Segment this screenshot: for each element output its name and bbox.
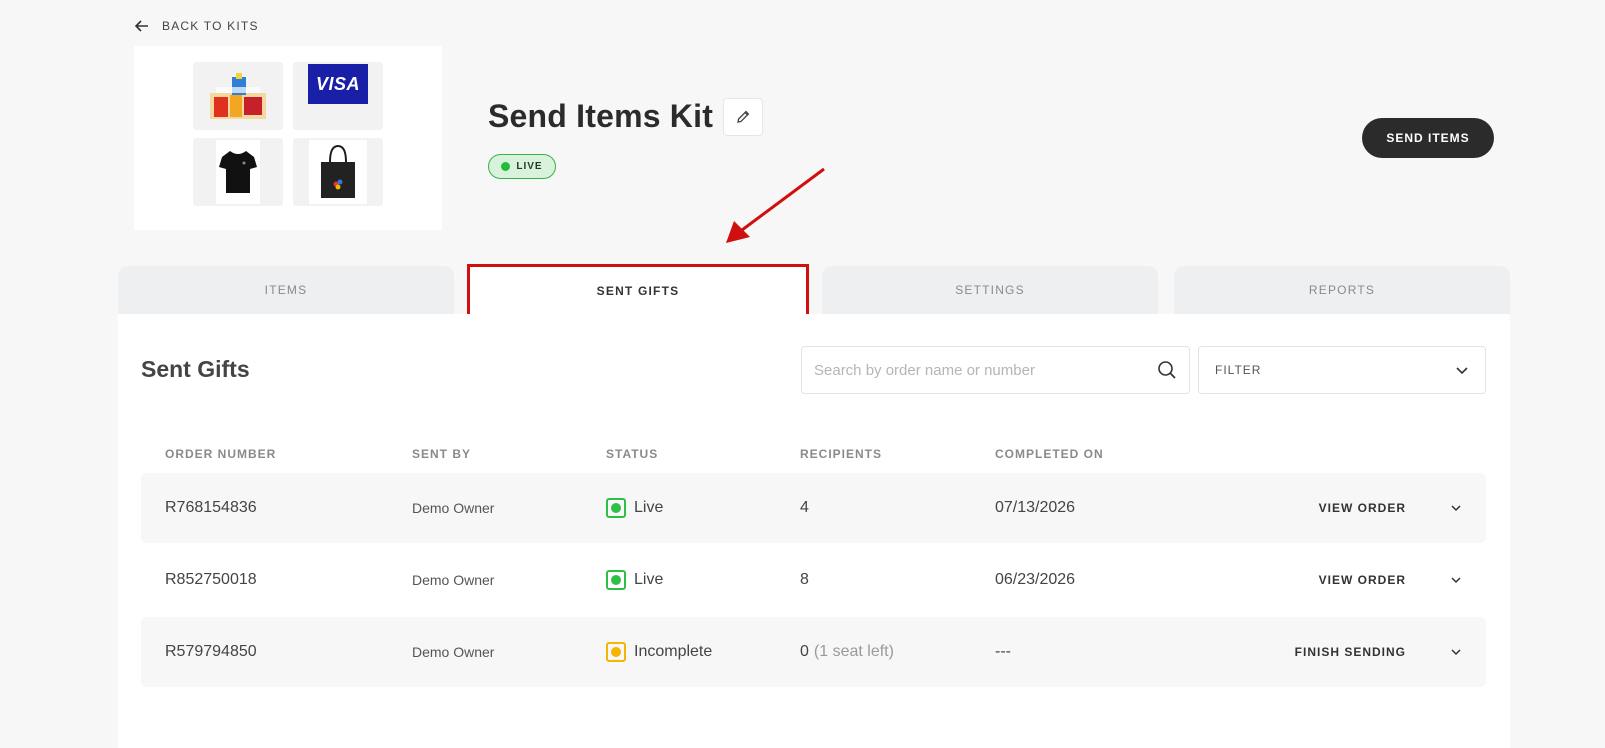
sent-by: Demo Owner	[412, 500, 495, 516]
kit-status-badge: LIVE	[488, 154, 556, 179]
status-live-icon	[606, 498, 626, 518]
tab-items[interactable]: ITEMS	[118, 266, 454, 314]
status-label: Live	[634, 571, 664, 588]
filter-label: FILTER	[1215, 363, 1262, 377]
search-input[interactable]	[814, 361, 1157, 379]
expand-row-button[interactable]	[1446, 498, 1466, 518]
table-row: R579794850 Demo Owner Incomplete 0 (1 se…	[141, 617, 1486, 687]
recipients: 4	[800, 473, 809, 543]
order-number: R579794850	[165, 643, 257, 660]
status-cell: Incomplete	[606, 617, 712, 687]
expand-row-button[interactable]	[1446, 642, 1466, 662]
table-row: R852750018 Demo Owner Live 8 06/23/2026 …	[141, 545, 1486, 615]
completed-on: 07/13/2026	[995, 499, 1076, 516]
status-label: Incomplete	[634, 643, 713, 660]
back-to-kits-link[interactable]: BACK TO KITS	[134, 18, 259, 34]
recipients-count: 8	[800, 571, 809, 588]
pencil-icon	[737, 110, 750, 123]
order-number: R768154836	[165, 499, 257, 516]
view-order-button[interactable]: VIEW ORDER	[1241, 545, 1406, 615]
expand-row-button[interactable]	[1446, 570, 1466, 590]
chevron-down-icon	[1451, 577, 1461, 584]
column-header-completed-on: COMPLETED ON	[995, 447, 1104, 461]
recipients: 0 (1 seat left)	[800, 617, 894, 687]
tote-bag-icon	[321, 144, 355, 198]
tshirt-icon	[219, 151, 257, 193]
status-cell: Live	[606, 545, 663, 615]
edit-title-button[interactable]	[723, 98, 763, 136]
finish-sending-button[interactable]: FINISH SENDING	[1221, 617, 1406, 687]
chevron-down-icon	[1451, 649, 1461, 656]
tab-reports[interactable]: REPORTS	[1174, 266, 1510, 314]
snacks-image-icon	[210, 73, 266, 119]
recipients-count: 0	[800, 643, 809, 660]
arrow-left-icon	[134, 20, 148, 32]
column-header-sent-by: SENT BY	[412, 447, 472, 461]
thumbnail-snacks	[193, 62, 283, 130]
chevron-down-icon	[1456, 367, 1468, 375]
sent-by: Demo Owner	[412, 572, 495, 588]
search-box	[801, 346, 1190, 394]
visa-card-text: VISA	[315, 73, 360, 94]
search-icon[interactable]	[1157, 360, 1177, 380]
seats-left-note: (1 seat left)	[813, 643, 894, 660]
thumbnail-visa-card: VISA	[293, 62, 383, 130]
sent-by: Demo Owner	[412, 644, 495, 660]
view-order-button[interactable]: VIEW ORDER	[1241, 473, 1406, 543]
filter-dropdown[interactable]: FILTER	[1198, 346, 1486, 394]
tab-settings[interactable]: SETTINGS	[822, 266, 1158, 314]
column-header-status: STATUS	[606, 447, 659, 461]
red-arrow-annotation-icon	[726, 167, 825, 243]
status-incomplete-icon	[606, 642, 626, 662]
status-live-icon	[606, 570, 626, 590]
kit-status-label: LIVE	[516, 161, 543, 172]
completed-on: ---	[995, 643, 1011, 660]
status-label: Live	[634, 499, 664, 516]
table-row: R768154836 Demo Owner Live 4 07/13/2026 …	[141, 473, 1486, 543]
kit-image-collage: VISA	[134, 46, 442, 230]
back-to-kits-label: BACK TO KITS	[162, 19, 259, 33]
order-number: R852750018	[165, 571, 257, 588]
tab-sent-gifts[interactable]: SENT GIFTS	[467, 264, 809, 318]
visa-card-icon: VISA	[308, 64, 368, 104]
section-title: Sent Gifts	[141, 356, 250, 382]
send-items-button[interactable]: SEND ITEMS	[1362, 118, 1494, 158]
column-header-recipients: RECIPIENTS	[800, 447, 883, 461]
recipients: 8	[800, 545, 809, 615]
chevron-down-icon	[1451, 505, 1461, 512]
thumbnail-tote-bag	[293, 138, 383, 206]
thumbnail-black-tshirt	[193, 138, 283, 206]
completed-on: 06/23/2026	[995, 571, 1076, 588]
kit-title: Send Items Kit	[488, 98, 714, 134]
status-cell: Live	[606, 473, 663, 543]
live-dot-icon	[501, 162, 511, 171]
column-header-order-number: ORDER NUMBER	[165, 447, 277, 461]
recipients-count: 4	[800, 499, 809, 516]
